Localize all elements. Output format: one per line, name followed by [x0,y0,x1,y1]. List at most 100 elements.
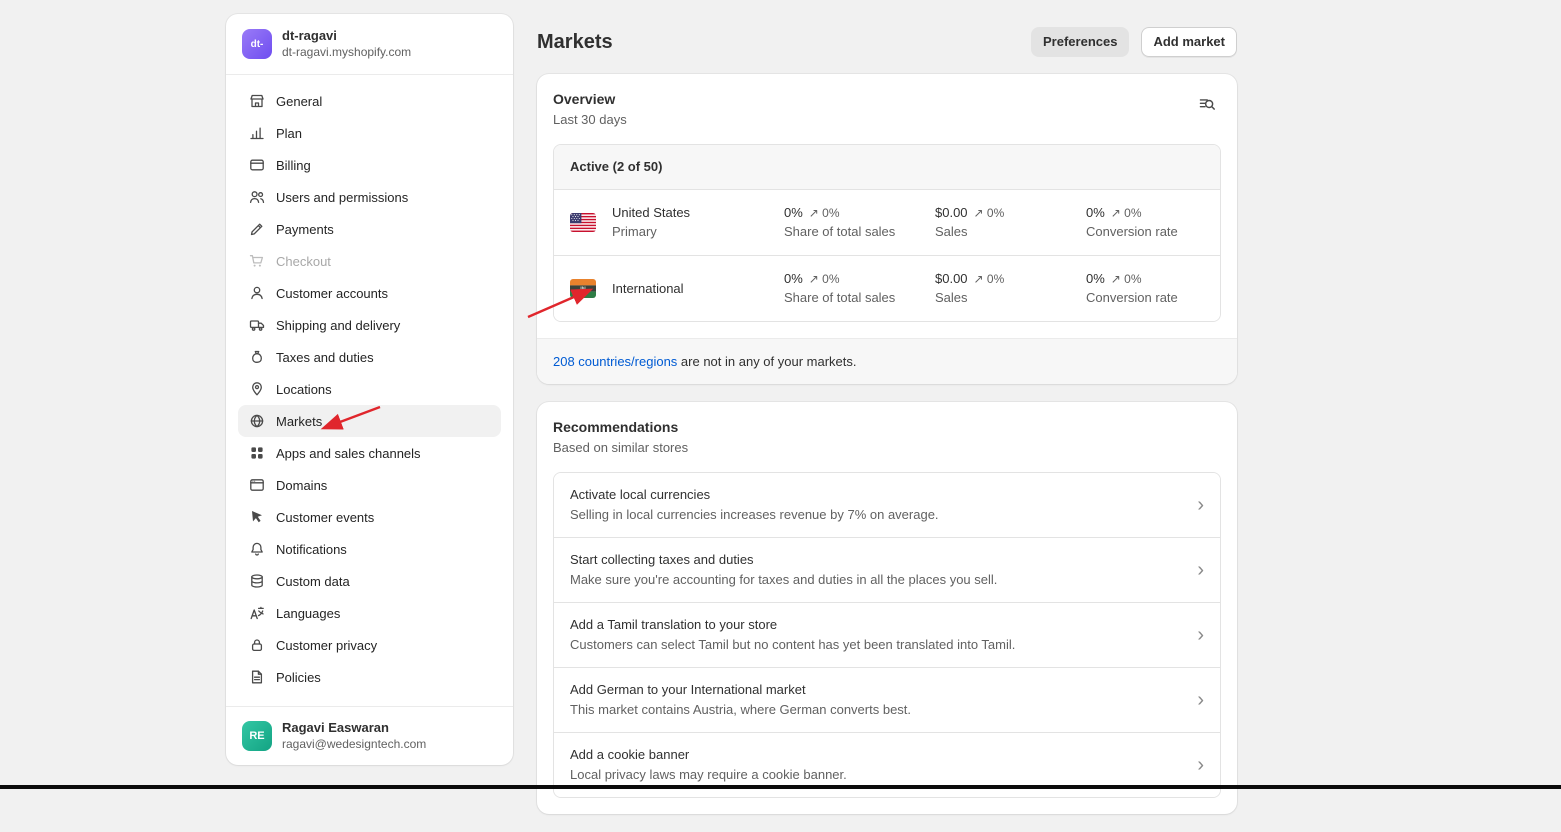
bell-icon [248,541,266,557]
pen-icon [248,221,266,237]
screen-bottom-edge [0,785,1561,789]
sidebar-item-label: Payments [276,222,334,237]
add-market-button[interactable]: Add market [1141,27,1237,57]
sidebar-item-policies[interactable]: Policies [238,661,501,693]
sidebar-item-label: Customer events [276,510,374,525]
sidebar-item-label: Customer accounts [276,286,388,301]
person-icon [248,285,266,301]
globe-icon [248,413,266,429]
stat-label: Conversion rate [1086,290,1221,306]
search-list-icon[interactable] [1193,90,1221,118]
stat-delta: ↗ 0% [974,272,1005,286]
sidebar-item-customer-accounts[interactable]: Customer accounts [238,277,501,309]
recommendation-add-tamil-translation[interactable]: Add a Tamil translation to your store Cu… [554,602,1220,667]
market-name: United States [612,205,768,221]
sidebar-item-markets[interactable]: Markets [238,405,501,437]
recommendations-card-body: Recommendations Based on similar stores … [537,402,1237,814]
translate-icon [248,605,266,621]
sidebar-item-customer-privacy[interactable]: Customer privacy [238,629,501,661]
stat-label: Share of total sales [784,290,919,306]
sidebar-item-apps-and-sales-channels[interactable]: Apps and sales channels [238,437,501,469]
recommendations-title: Recommendations [553,418,1221,436]
stat-delta: ↗ 0% [1111,272,1142,286]
page-title: Markets [537,31,613,54]
stat-delta: ↗ 0% [809,272,840,286]
stat-conversion-rate: 0% ↗ 0% Conversion rate [1086,271,1221,306]
store-header: dt- dt-ragavi dt-ragavi.myshopify.com [226,14,513,75]
sidebar-item-taxes-and-duties[interactable]: Taxes and duties [238,341,501,373]
stat-value: 0% [1086,205,1105,221]
sidebar-item-custom-data[interactable]: Custom data [238,565,501,597]
recommendation-start-collecting-taxes[interactable]: Start collecting taxes and duties Make s… [554,537,1220,602]
overview-card: Overview Last 30 days Active (2 of 50) [537,74,1237,384]
sidebar-item-locations[interactable]: Locations [238,373,501,405]
sidebar-item-payments[interactable]: Payments [238,213,501,245]
main-content: Markets Preferences Add market Overview … [537,24,1237,832]
overview-footer-text: are not in any of your markets. [677,354,856,369]
sidebar-item-notifications[interactable]: Notifications [238,533,501,565]
recommendations-list: Activate local currencies Selling in loc… [553,472,1221,798]
us-flag-icon [570,213,596,232]
map-pin-icon [248,381,266,397]
recommendation-description: Selling in local currencies increases re… [570,507,1197,523]
overview-footer: 208 countries/regions are not in any of … [537,338,1237,384]
database-icon [248,573,266,589]
money-bag-icon [248,349,266,365]
bar-chart-icon [248,125,266,141]
preferences-button[interactable]: Preferences [1031,27,1129,57]
international-flag-icon: IN [570,279,596,298]
settings-sidebar: dt- dt-ragavi dt-ragavi.myshopify.com Ge… [226,14,513,765]
recommendation-title: Add a Tamil translation to your store [570,617,1197,633]
sidebar-item-plan[interactable]: Plan [238,117,501,149]
sidebar-item-domains[interactable]: Domains [238,469,501,501]
recommendation-description: Local privacy laws may require a cookie … [570,767,1197,783]
sidebar-item-languages[interactable]: Languages [238,597,501,629]
sidebar-item-users-and-permissions[interactable]: Users and permissions [238,181,501,213]
sidebar-item-label: Billing [276,158,311,173]
cart-icon [248,253,266,269]
overview-subtitle: Last 30 days [553,112,627,128]
user-email: ragavi@wedesigntech.com [282,737,426,752]
sidebar-item-billing[interactable]: Billing [238,149,501,181]
sidebar-item-label: Custom data [276,574,350,589]
header-buttons: Preferences Add market [1031,27,1237,57]
browser-window-icon [248,477,266,493]
stat-value: 0% [1086,271,1105,287]
store-domain: dt-ragavi.myshopify.com [282,45,411,60]
recommendation-activate-local-currencies[interactable]: Activate local currencies Selling in loc… [554,473,1220,537]
market-row-international[interactable]: IN International 0%↗ 0% Share of total s… [554,255,1220,321]
chevron-right-icon: › [1197,627,1204,643]
sidebar-item-label: Users and permissions [276,190,408,205]
recommendation-description: Make sure you're accounting for taxes an… [570,572,1197,588]
user-footer: RE Ragavi Easwaran ragavi@wedesigntech.c… [226,706,513,765]
svg-text:IN: IN [580,286,586,292]
market-row-united-states[interactable]: United States Primary 0%↗ 0% Share of to… [554,190,1220,255]
store-avatar: dt- [242,29,272,59]
sidebar-item-label: Notifications [276,542,347,557]
sidebar-item-checkout[interactable]: Checkout [238,245,501,277]
overview-card-body: Overview Last 30 days Active (2 of 50) [537,74,1237,338]
countries-regions-link[interactable]: 208 countries/regions [553,354,677,369]
sidebar-item-label: Markets [276,414,322,429]
stat-label: Sales [935,224,1070,240]
recommendation-add-german[interactable]: Add German to your International market … [554,667,1220,732]
sidebar-item-label: General [276,94,322,109]
grid-icon [248,445,266,461]
sidebar-item-shipping-and-delivery[interactable]: Shipping and delivery [238,309,501,341]
chevron-right-icon: › [1197,757,1204,773]
market-subtitle: Primary [612,224,768,240]
page-header: Markets Preferences Add market [537,24,1237,60]
sidebar-item-label: Apps and sales channels [276,446,421,461]
sidebar-item-general[interactable]: General [238,85,501,117]
overview-title: Overview [553,90,627,108]
sidebar-item-label: Domains [276,478,327,493]
user-avatar: RE [242,721,272,751]
recommendations-card: Recommendations Based on similar stores … [537,402,1237,814]
stat-share-of-total-sales: 0%↗ 0% Share of total sales [784,271,919,306]
recommendation-description: This market contains Austria, where Germ… [570,702,1197,718]
sidebar-item-customer-events[interactable]: Customer events [238,501,501,533]
stat-label: Share of total sales [784,224,919,240]
stat-sales: $0.00↗ 0% Sales [935,271,1070,306]
recommendation-title: Add a cookie banner [570,747,1197,763]
sidebar-item-label: Plan [276,126,302,141]
